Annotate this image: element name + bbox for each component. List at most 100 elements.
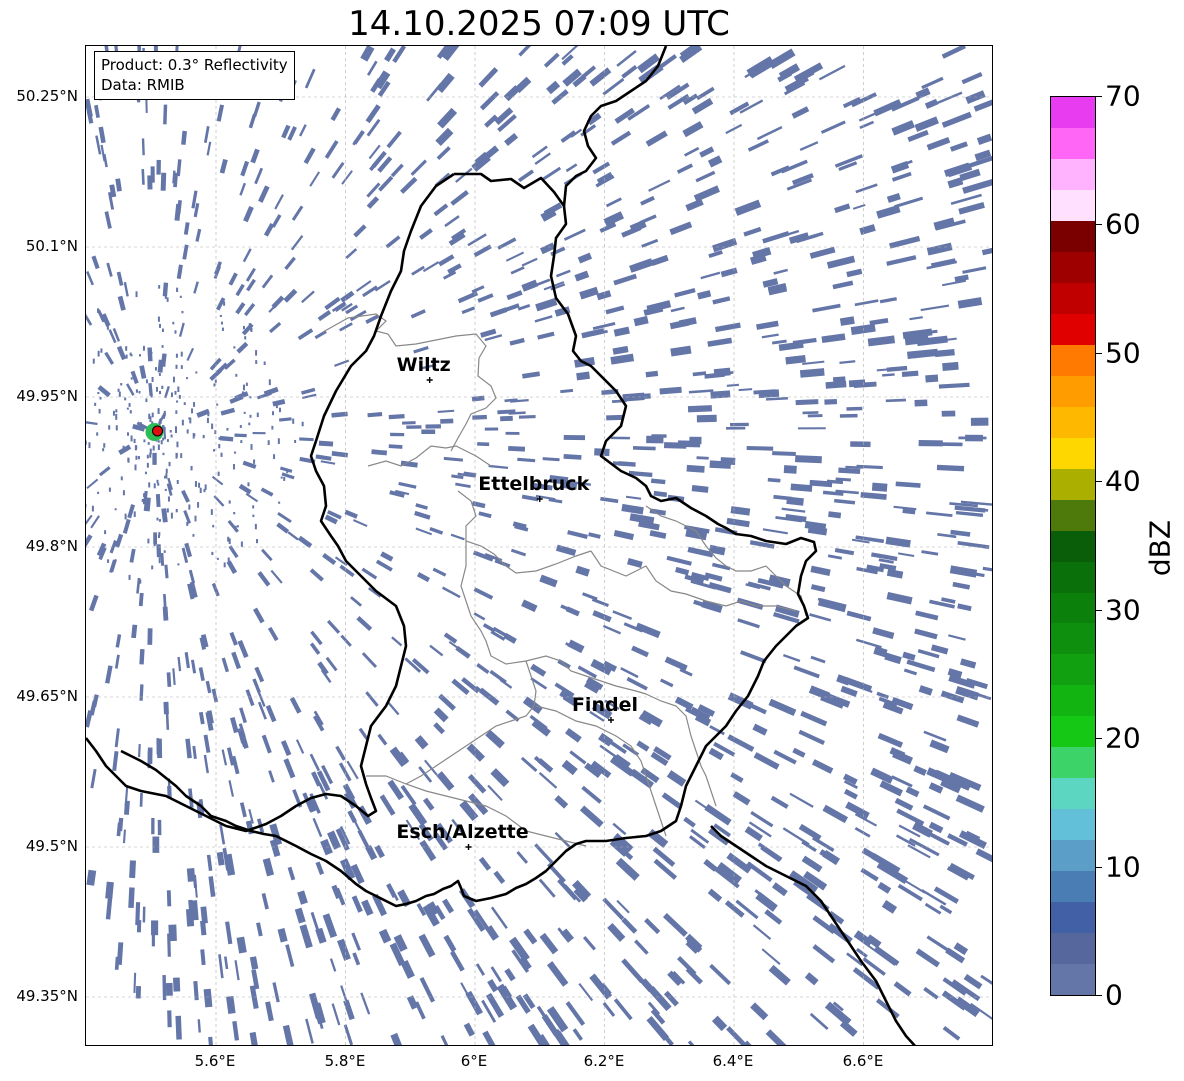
echo-pixel (176, 400, 179, 403)
echo-pixel (761, 948, 781, 965)
echo-pixel (574, 270, 590, 282)
echo-pixel (233, 511, 236, 515)
lon-tick-label: 6.6°E (842, 1052, 884, 1070)
echo-pixel (178, 394, 181, 399)
echo-pixel (539, 574, 558, 588)
echo-pixel (877, 881, 892, 894)
echo-pixel (199, 487, 202, 494)
echo-pixel (518, 46, 536, 57)
echo-pixel (891, 120, 915, 136)
colorbar-segment (1051, 592, 1095, 624)
echo-pixel (218, 444, 221, 449)
echo-pixel (753, 752, 780, 770)
echo-pixel (175, 508, 178, 513)
echo-pixel (250, 148, 260, 164)
echo-pixel (421, 429, 436, 435)
echo-pixel (410, 159, 427, 176)
echo-pixel (317, 310, 332, 322)
echo-pixel (692, 371, 707, 377)
echo-pixel (135, 902, 141, 926)
echo-pixel (143, 439, 146, 443)
echo-pixel (871, 482, 888, 492)
radar-map[interactable]: Wiltz Ettelbruck Findel Esch/Alzette (85, 45, 993, 1046)
echo-pixel (186, 347, 195, 361)
echo-pixel (162, 424, 165, 429)
echo-pixel (320, 460, 336, 465)
echo-pixel (561, 54, 574, 66)
echo-pixel (380, 551, 394, 562)
echo-pixel (467, 774, 487, 794)
echo-pixel (144, 471, 147, 475)
country-border-luxembourg (120, 172, 818, 908)
echo-pixel (120, 383, 123, 386)
echo-pixel (295, 739, 305, 754)
lon-tick-label: 6.2°E (583, 1052, 625, 1070)
echo-pixel (809, 613, 832, 622)
echo-pixel (443, 456, 464, 462)
echo-pixel (98, 466, 111, 477)
echo-pixel (645, 370, 659, 378)
echo-pixel (886, 192, 901, 203)
echo-pixel (378, 175, 394, 192)
echo-pixel (948, 634, 966, 641)
map-grid (86, 46, 992, 1045)
lat-tick-label: 50.1°N (25, 237, 78, 255)
echo-pixel (432, 567, 447, 577)
echo-pixel (846, 406, 863, 411)
echo-pixel (791, 106, 810, 119)
echo-pixel (832, 280, 854, 290)
echo-pixel (907, 129, 929, 143)
echo-pixel (352, 519, 368, 528)
echo-pixel (218, 437, 221, 440)
echo-pixel (425, 424, 441, 429)
echo-pixel (213, 449, 216, 452)
echo-pixel (602, 624, 622, 635)
colorbar-segment (1051, 437, 1095, 469)
echo-pixel (125, 383, 135, 396)
echo-pixel (125, 354, 128, 359)
echo-pixel (685, 198, 704, 212)
echo-pixel (696, 456, 709, 460)
echo-pixel (177, 386, 180, 393)
echo-pixel (272, 411, 275, 416)
echo-pixel (104, 530, 107, 535)
echo-pixel (812, 303, 841, 313)
echo-pixel (92, 358, 95, 364)
echo-pixel (200, 906, 208, 924)
echo-pixel (561, 759, 578, 776)
echo-pixel (150, 351, 153, 354)
echo-pixel (437, 107, 458, 129)
echo-pixel (105, 665, 113, 684)
echo-pixel (162, 975, 167, 1001)
echo-pixel (367, 412, 383, 418)
colorbar-tick (1096, 481, 1102, 482)
echo-pixel (419, 839, 437, 862)
echo-pixel (98, 126, 106, 144)
echo-pixel (116, 271, 124, 286)
echo-pixel (220, 407, 236, 416)
echo-pixel (484, 427, 499, 431)
echo-pixel (160, 440, 163, 445)
echo-pixel (557, 878, 578, 901)
echo-pixel (925, 374, 939, 383)
echo-pixel (143, 493, 146, 498)
echo-pixel (764, 909, 783, 925)
echo-pixel (873, 646, 888, 658)
echo-pixel (292, 418, 295, 424)
echo-pixel (341, 170, 353, 185)
echo-pixel (957, 603, 972, 612)
echo-pixel (707, 888, 723, 902)
canton-boundary (367, 445, 492, 467)
echo-pixel (398, 481, 417, 489)
echo-pixel (263, 361, 266, 365)
echo-pixel (687, 405, 713, 413)
echo-pixel (466, 743, 486, 762)
echo-pixel (163, 361, 166, 367)
echo-pixel (176, 264, 183, 280)
echo-pixel (752, 723, 768, 736)
colorbar-segment (1051, 97, 1095, 128)
echo-pixel (156, 544, 162, 558)
echo-pixel (86, 478, 99, 490)
echo-pixel (839, 360, 856, 364)
echo-pixel (907, 844, 931, 859)
